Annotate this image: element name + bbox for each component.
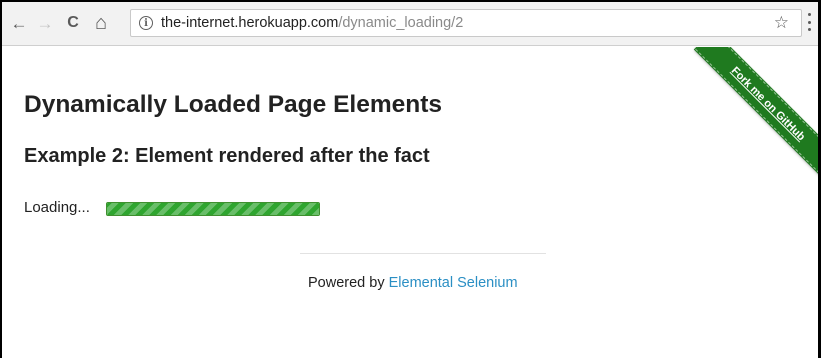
elemental-selenium-link[interactable]: Elemental Selenium <box>389 275 518 291</box>
page-subtitle: Example 2: Element rendered after the fa… <box>24 145 430 167</box>
home-icon[interactable]: ⌂ <box>90 12 112 34</box>
more-menu-icon[interactable] <box>808 13 812 31</box>
progress-bar-fill <box>107 203 319 215</box>
footer-divider <box>300 253 546 254</box>
footer-text: Powered by <box>308 275 389 291</box>
loading-progress-bar <box>106 202 320 216</box>
back-arrow-icon[interactable]: ← <box>8 12 30 34</box>
browser-toolbar: ← → C ⌂ i the-internet.herokuapp.com/dyn… <box>2 2 818 46</box>
url-host: the-internet.herokuapp.com <box>161 15 339 31</box>
info-icon[interactable]: i <box>139 16 153 30</box>
loading-label: Loading... <box>24 199 90 216</box>
footer: Powered by Elemental Selenium <box>308 275 518 291</box>
url-path: /dynamic_loading/2 <box>338 15 464 31</box>
fork-me-on-github-ribbon[interactable]: Fork me on GitHub <box>694 47 818 183</box>
browser-window: ← → C ⌂ i the-internet.herokuapp.com/dyn… <box>0 0 818 358</box>
address-bar[interactable]: i the-internet.herokuapp.com/dynamic_loa… <box>130 9 802 37</box>
url-text[interactable]: the-internet.herokuapp.com/dynamic_loadi… <box>161 15 463 31</box>
github-ribbon-container: Fork me on GitHub <box>668 47 818 197</box>
forward-arrow-icon[interactable]: → <box>34 12 56 34</box>
page-title: Dynamically Loaded Page Elements <box>24 91 443 118</box>
page-content: Dynamically Loaded Page Elements Example… <box>2 47 818 358</box>
bookmark-star-icon[interactable]: ☆ <box>774 13 789 33</box>
reload-icon[interactable]: C <box>62 12 84 34</box>
